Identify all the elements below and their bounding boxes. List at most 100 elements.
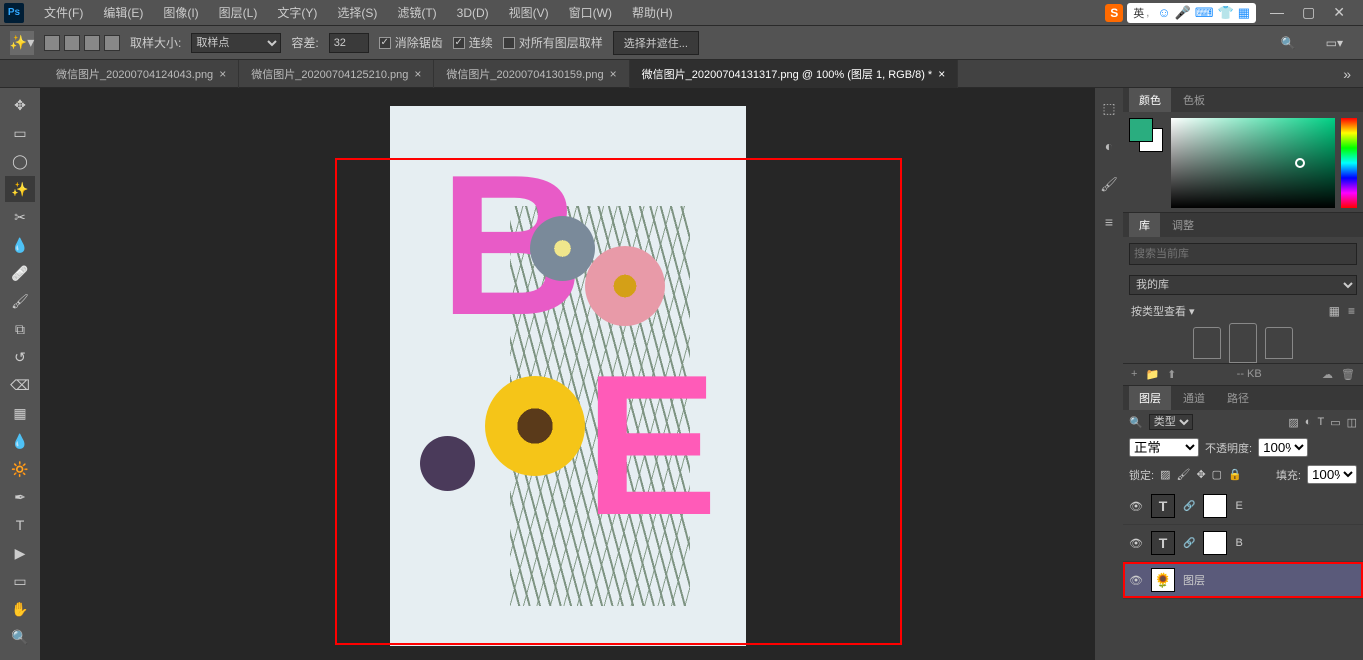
- selection-add-icon[interactable]: [64, 35, 80, 51]
- window-maximize-icon[interactable]: ▢: [1302, 4, 1315, 21]
- antialias-checkbox[interactable]: 消除锯齿: [379, 34, 443, 51]
- lasso-tool[interactable]: ◯: [5, 148, 35, 174]
- library-view-mode[interactable]: 按类型查看 ▾: [1131, 303, 1195, 319]
- ime-sogou-icon[interactable]: S: [1105, 4, 1123, 22]
- ime-language-badge[interactable]: 英, ☺ 🎤 ⌨ 👕 ▦: [1127, 3, 1256, 23]
- lock-pixels-icon[interactable]: ▨: [1160, 468, 1170, 481]
- blend-mode-select[interactable]: 正常: [1129, 438, 1199, 457]
- trash-icon[interactable]: 🗑: [1341, 368, 1355, 381]
- eraser-tool[interactable]: ⌫: [5, 372, 35, 398]
- gradient-tool[interactable]: ▦: [5, 400, 35, 426]
- layer-item-b[interactable]: 👁 T 🔗 B: [1123, 525, 1363, 562]
- library-search-input[interactable]: [1129, 243, 1357, 265]
- add-to-library-icon[interactable]: +: [1131, 368, 1137, 381]
- magic-wand-tool[interactable]: ✨: [5, 176, 35, 202]
- search-icon[interactable]: 🔍: [1271, 36, 1306, 50]
- lock-brush-icon[interactable]: 🖌: [1176, 468, 1190, 481]
- visibility-toggle-icon[interactable]: 👁: [1129, 574, 1143, 587]
- selection-subtract-icon[interactable]: [84, 35, 100, 51]
- layer-mask-thumb[interactable]: [1203, 531, 1227, 555]
- layer-filter-select[interactable]: 类型: [1149, 414, 1193, 430]
- type-tool[interactable]: T: [5, 512, 35, 538]
- tab-paths[interactable]: 路径: [1217, 386, 1259, 410]
- menu-window[interactable]: 窗口(W): [559, 4, 622, 21]
- history-brush-tool[interactable]: ↺: [5, 344, 35, 370]
- library-select[interactable]: 我的库: [1129, 275, 1357, 295]
- color-field[interactable]: [1171, 118, 1335, 208]
- dock-properties-icon[interactable]: ⬚: [1099, 98, 1119, 118]
- close-icon[interactable]: ×: [610, 67, 617, 81]
- doc-tab-2[interactable]: 微信图片_20200704125210.png×: [239, 60, 434, 88]
- fill-select[interactable]: 100%: [1307, 465, 1357, 484]
- lock-position-icon[interactable]: ✥: [1196, 468, 1205, 481]
- doc-tab-4[interactable]: 微信图片_20200704131317.png @ 100% (图层 1, RG…: [630, 60, 959, 88]
- selection-intersect-icon[interactable]: [104, 35, 120, 51]
- tolerance-input[interactable]: [329, 33, 369, 53]
- menu-view[interactable]: 视图(V): [499, 4, 559, 21]
- lock-all-icon[interactable]: 🔒: [1228, 468, 1242, 481]
- rectangle-tool[interactable]: ▭: [5, 568, 35, 594]
- menu-3d[interactable]: 3D(D): [447, 6, 499, 20]
- layer-thumbnail[interactable]: 🌻: [1151, 568, 1175, 592]
- eyedropper-tool[interactable]: 💧: [5, 232, 35, 258]
- filter-adjust-icon[interactable]: ◐: [1305, 416, 1312, 429]
- zoom-tool[interactable]: 🔍: [5, 624, 35, 650]
- hue-slider[interactable]: [1341, 118, 1357, 208]
- visibility-toggle-icon[interactable]: 👁: [1129, 500, 1143, 513]
- filter-type-icon[interactable]: T: [1317, 416, 1324, 429]
- filter-smart-icon[interactable]: ◫: [1347, 416, 1357, 429]
- clone-stamp-tool[interactable]: ⧉: [5, 316, 35, 342]
- tab-swatches[interactable]: 色板: [1173, 88, 1215, 112]
- tab-layers[interactable]: 图层: [1129, 386, 1171, 410]
- layer-item-e[interactable]: 👁 T 🔗 E: [1123, 488, 1363, 525]
- menu-filter[interactable]: 滤镜(T): [387, 4, 446, 21]
- filter-shape-icon[interactable]: ▭: [1330, 416, 1340, 429]
- tool-preset-picker[interactable]: ✨▾: [10, 31, 34, 55]
- dock-swatches-icon[interactable]: ≡: [1099, 212, 1119, 232]
- tab-color[interactable]: 颜色: [1129, 88, 1171, 112]
- menu-file[interactable]: 文件(F): [34, 4, 93, 21]
- lock-artboard-icon[interactable]: ▢: [1212, 468, 1222, 481]
- dock-brushes-icon[interactable]: 🖌: [1099, 174, 1119, 194]
- menu-select[interactable]: 选择(S): [327, 4, 387, 21]
- layer-name[interactable]: 图层: [1183, 572, 1205, 588]
- move-tool[interactable]: ✥: [5, 92, 35, 118]
- doc-tab-1[interactable]: 微信图片_20200704124043.png×: [44, 60, 239, 88]
- close-icon[interactable]: ×: [219, 67, 226, 81]
- folder-icon[interactable]: 📁: [1145, 368, 1159, 381]
- layer-name[interactable]: E: [1235, 500, 1242, 512]
- tab-channels[interactable]: 通道: [1173, 386, 1215, 410]
- select-and-mask-button[interactable]: 选择并遮住...: [613, 31, 699, 55]
- canvas-area[interactable]: B E: [40, 88, 1095, 660]
- tab-libraries[interactable]: 库: [1129, 213, 1160, 237]
- visibility-toggle-icon[interactable]: 👁: [1129, 537, 1143, 550]
- path-selection-tool[interactable]: ▶: [5, 540, 35, 566]
- grid-view-icon[interactable]: ▦: [1329, 304, 1340, 318]
- layer-mask-thumb[interactable]: [1203, 494, 1227, 518]
- layer-name[interactable]: B: [1235, 537, 1242, 549]
- layer-item-image[interactable]: 👁 🌻 图层: [1123, 562, 1363, 599]
- brush-tool[interactable]: 🖌: [5, 288, 35, 314]
- close-icon[interactable]: ×: [414, 67, 421, 81]
- opacity-select[interactable]: 100%: [1258, 438, 1308, 457]
- all-layers-checkbox[interactable]: 对所有图层取样: [503, 34, 603, 51]
- selection-new-icon[interactable]: [44, 35, 60, 51]
- doc-tab-3[interactable]: 微信图片_20200704130159.png×: [434, 60, 629, 88]
- dock-adjustments-icon[interactable]: ◐: [1099, 136, 1119, 156]
- healing-brush-tool[interactable]: 🩹: [5, 260, 35, 286]
- list-view-icon[interactable]: ≡: [1348, 304, 1355, 318]
- filter-image-icon[interactable]: ▨: [1288, 416, 1298, 429]
- upload-icon[interactable]: ⬆: [1167, 368, 1176, 381]
- menu-image[interactable]: 图像(I): [153, 4, 208, 21]
- contiguous-checkbox[interactable]: 连续: [453, 34, 493, 51]
- window-close-icon[interactable]: ✕: [1333, 4, 1345, 21]
- pen-tool[interactable]: ✒: [5, 484, 35, 510]
- cloud-icon[interactable]: ☁: [1322, 368, 1333, 381]
- window-minimize-icon[interactable]: ―: [1270, 4, 1284, 21]
- menu-type[interactable]: 文字(Y): [267, 4, 327, 21]
- hand-tool[interactable]: ✋: [5, 596, 35, 622]
- marquee-tool[interactable]: ▭: [5, 120, 35, 146]
- menu-edit[interactable]: 编辑(E): [93, 4, 153, 21]
- blur-tool[interactable]: 💧: [5, 428, 35, 454]
- dodge-tool[interactable]: 🔆: [5, 456, 35, 482]
